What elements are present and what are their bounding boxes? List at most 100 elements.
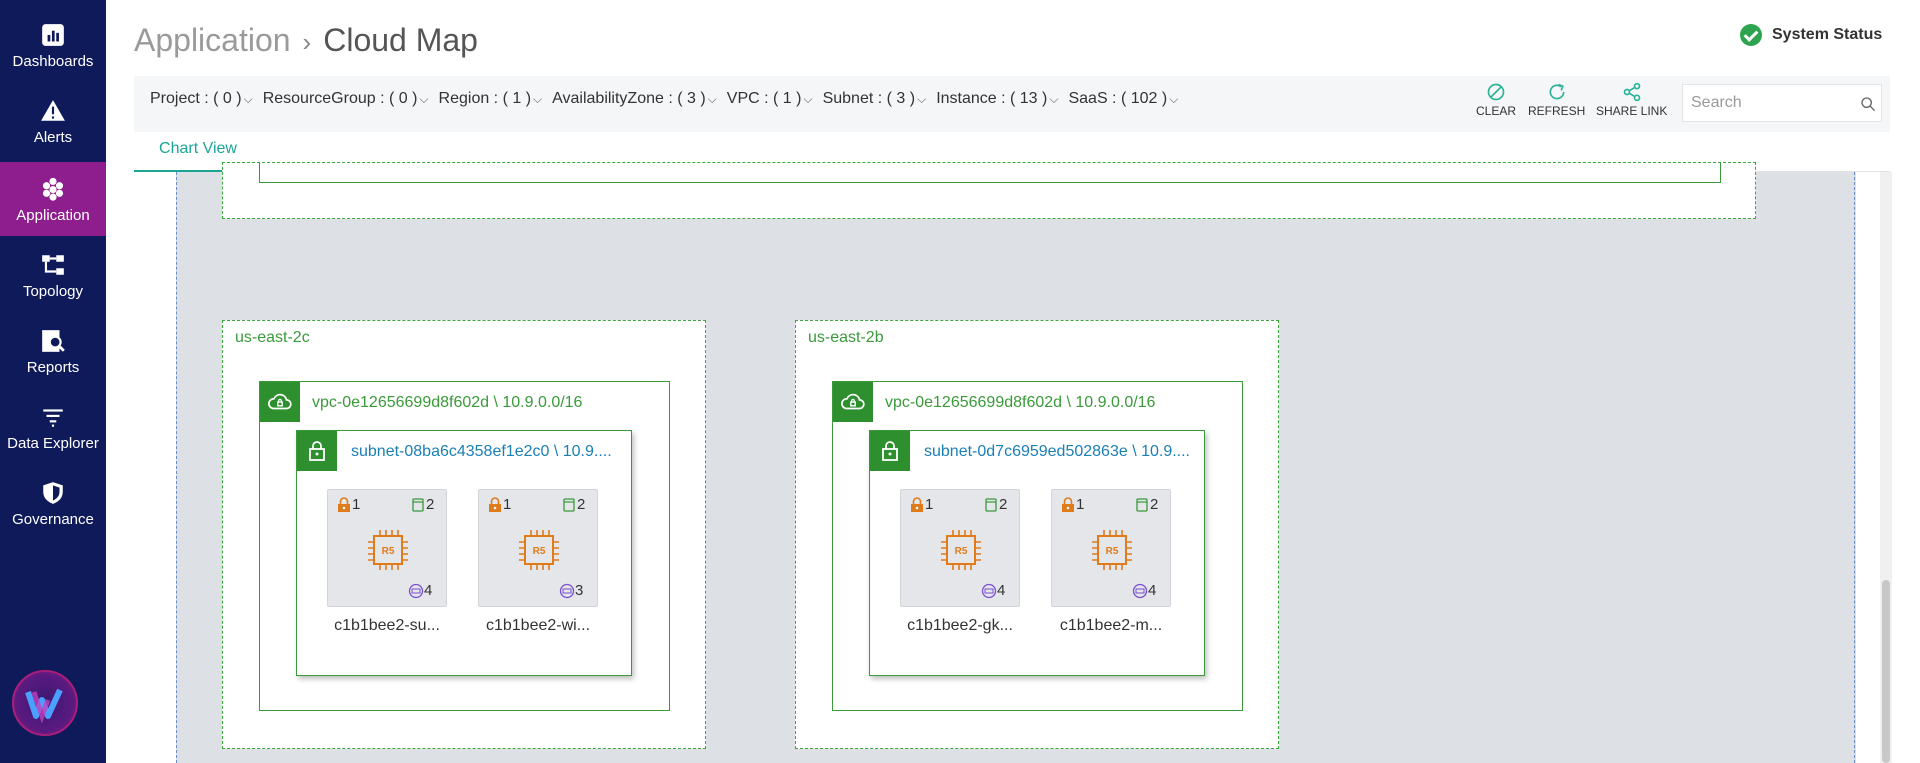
search-icon[interactable] [1860,96,1876,112]
instance-name: c1b1bee2-gk... [907,617,1013,634]
filter-vpc[interactable]: VPC : ( 1 ) ⌵ [727,90,813,108]
filter-bar: Project : ( 0 ) ⌵ ResourceGroup : ( 0 ) ⌵ … [134,76,1890,132]
refresh-button[interactable]: REFRESH [1528,80,1585,118]
nav-application[interactable]: Application [0,162,106,236]
refresh-icon [1545,80,1569,104]
share-icon [1620,80,1644,104]
zone-partial [222,162,1756,219]
nav-application-label: Application [16,206,90,224]
cloud-map-canvas[interactable]: us-east-2c vpc-0e12656699d8f602d \ 10.9.… [176,162,1856,763]
ec2-instance-icon: R5 [519,530,559,570]
report-search-icon [39,327,67,355]
vpc-box[interactable]: vpc-0e12656699d8f602d \ 10.9.0.0/16 subn… [832,381,1243,711]
ec2-instance-icon: R5 [941,530,981,570]
lock-icon [911,496,923,512]
shield-icon [39,479,67,507]
network-interface-icon [559,583,575,598]
instance-card[interactable]: 1 2 R5 4 [327,489,447,635]
nav-governance-label: Governance [12,510,94,528]
nav-topology[interactable]: Topology [0,238,106,312]
system-status[interactable]: System Status [1740,24,1882,46]
instance-type: R5 [382,546,395,557]
network-interface-icon [1132,583,1148,598]
instance-nets: 4 [408,582,432,599]
nav-alerts-label: Alerts [33,128,73,146]
instance-nets: 4 [1132,582,1156,599]
instance-disks: 2 [983,496,1007,513]
instance-type: R5 [955,546,968,557]
instance-card[interactable]: 1 2 R5 3 c1b1bee2-wi... [478,489,598,635]
clear-label: CLEAR [1476,104,1517,118]
subnet-box[interactable]: subnet-08ba6c4358ef1e2c0 \ 10.9.... 1 2 [296,430,632,676]
vpc-label: vpc-0e12656699d8f602d \ 10.9.0.0/16 [885,394,1156,411]
filter-availabilityzone-label: AvailabilityZone : ( 3 ) [552,90,706,107]
lock-icon [870,431,910,471]
cloud-lock-icon [833,382,873,422]
nav-reports[interactable]: Reports [0,314,106,388]
filter-project[interactable]: Project : ( 0 ) ⌵ [150,90,253,108]
nav-governance[interactable]: Governance [0,466,106,540]
filter-saas[interactable]: SaaS : ( 102 ) ⌵ [1068,90,1178,108]
instance-card[interactable]: 1 2 R5 4 [900,489,1020,635]
vpc-box[interactable]: vpc-0e12656699d8f602d \ 10.9.0.0/16 subn… [259,381,670,711]
breadcrumb-root[interactable]: Application [134,22,291,58]
check-circle-icon [1740,24,1762,46]
instance-disks: 2 [561,496,585,513]
share-link-label: SHARE LINK [1596,104,1668,118]
ec2-instance-icon: R5 [1092,530,1132,570]
scrollbar-thumb[interactable] [1882,580,1890,763]
filter-region[interactable]: Region : ( 1 ) ⌵ [439,90,543,108]
subnet-label[interactable]: subnet-08ba6c4358ef1e2c0 \ 10.9.... [351,443,612,461]
lock-icon [297,431,337,471]
lock-icon [1062,496,1074,512]
instance-disks: 2 [410,496,434,513]
availability-zone[interactable]: us-east-2c vpc-0e12656699d8f602d \ 10.9.… [222,320,706,749]
instance-locks: 1 [336,496,360,513]
filter-instance[interactable]: Instance : ( 13 ) ⌵ [936,90,1058,108]
nav-data-explorer[interactable]: Data Explorer [0,390,106,464]
instance-disk-count: 2 [999,496,1008,513]
instance-disk-count: 2 [426,496,435,513]
filter-resourcegroup[interactable]: ResourceGroup : ( 0 ) ⌵ [263,90,429,108]
vpc-partial [259,163,1721,183]
filter-subnet[interactable]: Subnet : ( 3 ) ⌵ [823,90,927,108]
instance-lock-count: 1 [925,496,934,513]
filter-region-label: Region : ( 1 ) [438,90,532,107]
sidebar: Dashboards Alerts Application Topology R… [0,0,106,763]
subnet-box[interactable]: subnet-0d7c6959ed502863e \ 10.9.... 1 2 [869,430,1205,676]
instance-card[interactable]: 1 2 R5 4 [1051,489,1171,635]
network-interface-icon [981,583,997,598]
page-title: Application › Cloud Map [134,22,478,59]
clear-button[interactable]: CLEAR [1476,80,1516,118]
instance-tile: 1 2 R5 4 [1051,489,1171,607]
clear-icon [1484,80,1508,104]
filter-vpc-label: VPC : ( 1 ) [726,90,802,107]
volume-icon [412,497,424,512]
chevron-down-icon: ⌵ [243,92,253,106]
refresh-label: REFRESH [1528,104,1586,118]
filter-resourcegroup-label: ResourceGroup : ( 0 ) [262,90,418,107]
lock-icon [489,496,501,512]
instance-net-count: 4 [424,582,433,599]
search-input[interactable] [1682,84,1882,122]
instance-disk-count: 2 [577,496,586,513]
warning-icon [39,97,67,125]
filter-subnet-label: Subnet : ( 3 ) [822,90,916,107]
availability-zone[interactable]: us-east-2b vpc-0e12656699d8f602d \ 10.9.… [795,320,1279,749]
subnet-label[interactable]: subnet-0d7c6959ed502863e \ 10.9.... [924,443,1190,461]
zone-label: us-east-2b [808,329,884,346]
canvas-border-right [1854,172,1855,763]
topology-icon [39,251,67,279]
share-link-button[interactable]: SHARE LINK [1596,80,1667,118]
instance-locks: 1 [1060,496,1084,513]
filter-availabilityzone[interactable]: AvailabilityZone : ( 3 ) ⌵ [552,90,717,108]
chevron-down-icon: ⌵ [917,92,927,106]
chevron-down-icon: ⌵ [803,92,813,106]
instance-lock-count: 1 [503,496,512,513]
lock-icon [338,496,350,512]
nav-alerts[interactable]: Alerts [0,84,106,158]
instance-nets: 3 [559,582,583,599]
nav-dashboards[interactable]: Dashboards [0,8,106,82]
filter-project-label: Project : ( 0 ) [150,90,242,107]
instance-nets: 4 [981,582,1005,599]
